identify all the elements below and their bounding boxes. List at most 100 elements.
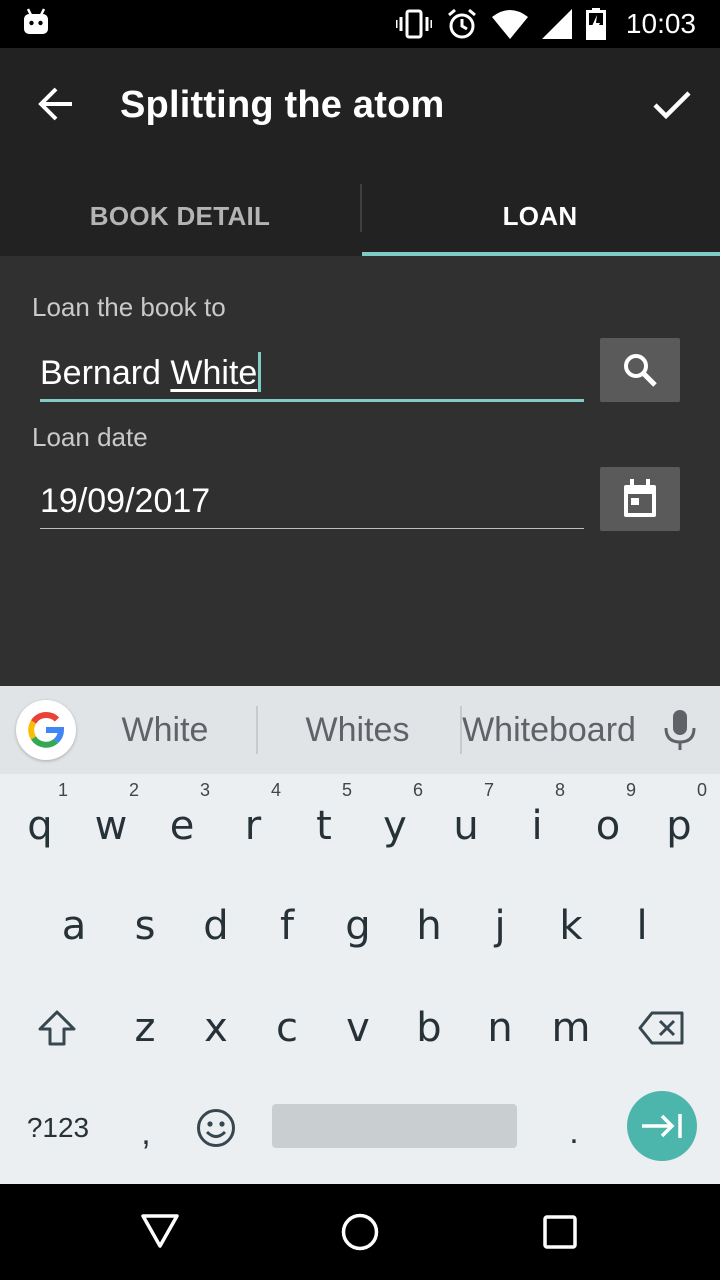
suggestion-strip: White Whites Whiteboard — [0, 686, 720, 774]
app-bar: Splitting the atom BOOK DETAIL LOAN — [0, 48, 720, 256]
search-icon — [624, 354, 657, 387]
page-title: Splitting the atom — [120, 84, 445, 126]
key-hint: 3 — [199, 780, 210, 800]
shift-key[interactable] — [20, 978, 94, 1078]
soft-keyboard: White Whites Whiteboard q1 w2 e3 r4 t5 y… — [0, 686, 720, 1184]
recents-square-icon[interactable] — [540, 1212, 580, 1252]
arrow-back-icon[interactable] — [36, 84, 76, 124]
shift-icon — [38, 1010, 76, 1046]
key-f[interactable]: f — [251, 876, 323, 976]
alarm-icon — [447, 8, 476, 39]
key-c[interactable]: c — [251, 978, 323, 1078]
android-icon — [24, 8, 48, 34]
key-hint: 6 — [412, 780, 423, 800]
next-field-key[interactable] — [627, 1091, 697, 1161]
key-label: y — [383, 803, 407, 849]
emoji-key[interactable] — [186, 1078, 246, 1178]
tab-book-detail[interactable]: BOOK DETAIL — [0, 176, 360, 256]
key-m[interactable]: m — [535, 978, 607, 1078]
home-circle-icon[interactable] — [340, 1212, 380, 1252]
date-picker-button[interactable] — [600, 467, 680, 531]
search-contact-button[interactable] — [600, 338, 680, 402]
loan-to-input[interactable]: Bernard White — [40, 352, 262, 393]
loan-to-text: Bernard — [40, 354, 171, 392]
key-r[interactable]: r4 — [217, 776, 289, 876]
key-label: w — [94, 803, 128, 849]
key-label: o — [595, 803, 621, 849]
key-x[interactable]: x — [180, 978, 252, 1078]
key-label: p — [666, 803, 692, 849]
key-a[interactable]: a — [38, 876, 110, 976]
comma-key[interactable]: , — [118, 1078, 174, 1178]
key-g[interactable]: g — [322, 876, 394, 976]
signal-icon — [541, 9, 572, 39]
back-triangle-icon[interactable] — [140, 1212, 180, 1252]
suggestion-2[interactable]: Whites — [270, 686, 445, 774]
status-bar: 10:03 — [0, 0, 720, 48]
suggestion-1[interactable]: White — [90, 686, 240, 774]
key-h[interactable]: h — [393, 876, 465, 976]
loan-to-label: Loan the book to — [32, 292, 226, 322]
key-hint: 8 — [554, 780, 565, 800]
status-time: 10:03 — [625, 8, 696, 39]
key-z[interactable]: z — [109, 978, 181, 1078]
key-hint: 0 — [696, 780, 707, 800]
loan-date-label: Loan date — [32, 422, 148, 452]
symbols-key[interactable]: ?123 — [12, 1078, 104, 1178]
check-icon[interactable] — [652, 84, 692, 124]
key-b[interactable]: b — [393, 978, 465, 1078]
emoji-icon — [197, 1109, 235, 1147]
key-p[interactable]: p0 — [643, 776, 715, 876]
loan-date-input[interactable]: 19/09/2017 — [40, 482, 210, 521]
tab-divider — [360, 184, 362, 232]
key-l[interactable]: l — [606, 876, 678, 976]
key-w[interactable]: w2 — [75, 776, 147, 876]
calendar-icon — [624, 479, 656, 517]
key-t[interactable]: t5 — [288, 776, 360, 876]
key-label: t — [316, 803, 332, 849]
composing-word: White — [170, 354, 258, 392]
key-hint: 4 — [270, 780, 281, 800]
key-hint: 5 — [341, 780, 352, 800]
wifi-icon — [491, 10, 528, 39]
tab-next-icon — [642, 1114, 682, 1138]
key-k[interactable]: k — [535, 876, 607, 976]
key-label: u — [453, 803, 479, 849]
key-u[interactable]: u7 — [430, 776, 502, 876]
text-cursor — [258, 352, 262, 392]
tab-loan[interactable]: LOAN — [360, 176, 720, 256]
mic-icon[interactable] — [662, 710, 698, 750]
key-o[interactable]: o9 — [572, 776, 644, 876]
suggestion-divider — [256, 706, 258, 754]
key-label: q — [27, 803, 53, 849]
google-g-button[interactable] — [16, 700, 76, 760]
key-s[interactable]: s — [109, 876, 181, 976]
navigation-bar — [0, 1184, 720, 1280]
suggestion-3[interactable]: Whiteboard — [462, 686, 636, 774]
loan-date-underline — [40, 528, 584, 529]
key-d[interactable]: d — [180, 876, 252, 976]
key-q[interactable]: q1 — [4, 776, 76, 876]
battery-charging-icon — [585, 8, 606, 40]
period-key[interactable]: . — [546, 1078, 602, 1178]
backspace-key[interactable] — [624, 978, 698, 1078]
key-hint: 9 — [625, 780, 636, 800]
key-hint: 7 — [483, 780, 494, 800]
key-hint: 2 — [128, 780, 139, 800]
key-y[interactable]: y6 — [359, 776, 431, 876]
key-hint: 1 — [57, 780, 68, 800]
key-v[interactable]: v — [322, 978, 394, 1078]
key-e[interactable]: e3 — [146, 776, 218, 876]
space-key[interactable] — [272, 1104, 517, 1148]
key-i[interactable]: i8 — [501, 776, 573, 876]
key-n[interactable]: n — [464, 978, 536, 1078]
key-label: e — [169, 803, 195, 849]
backspace-icon — [638, 1011, 684, 1045]
key-label: r — [244, 803, 262, 849]
key-j[interactable]: j — [464, 876, 536, 976]
google-g-icon — [28, 712, 65, 748]
key-label: i — [531, 803, 543, 849]
loan-form: Loan the book to Bernard White Loan date… — [0, 256, 720, 686]
loan-to-underline — [40, 399, 584, 402]
vibrate-icon — [395, 9, 432, 39]
